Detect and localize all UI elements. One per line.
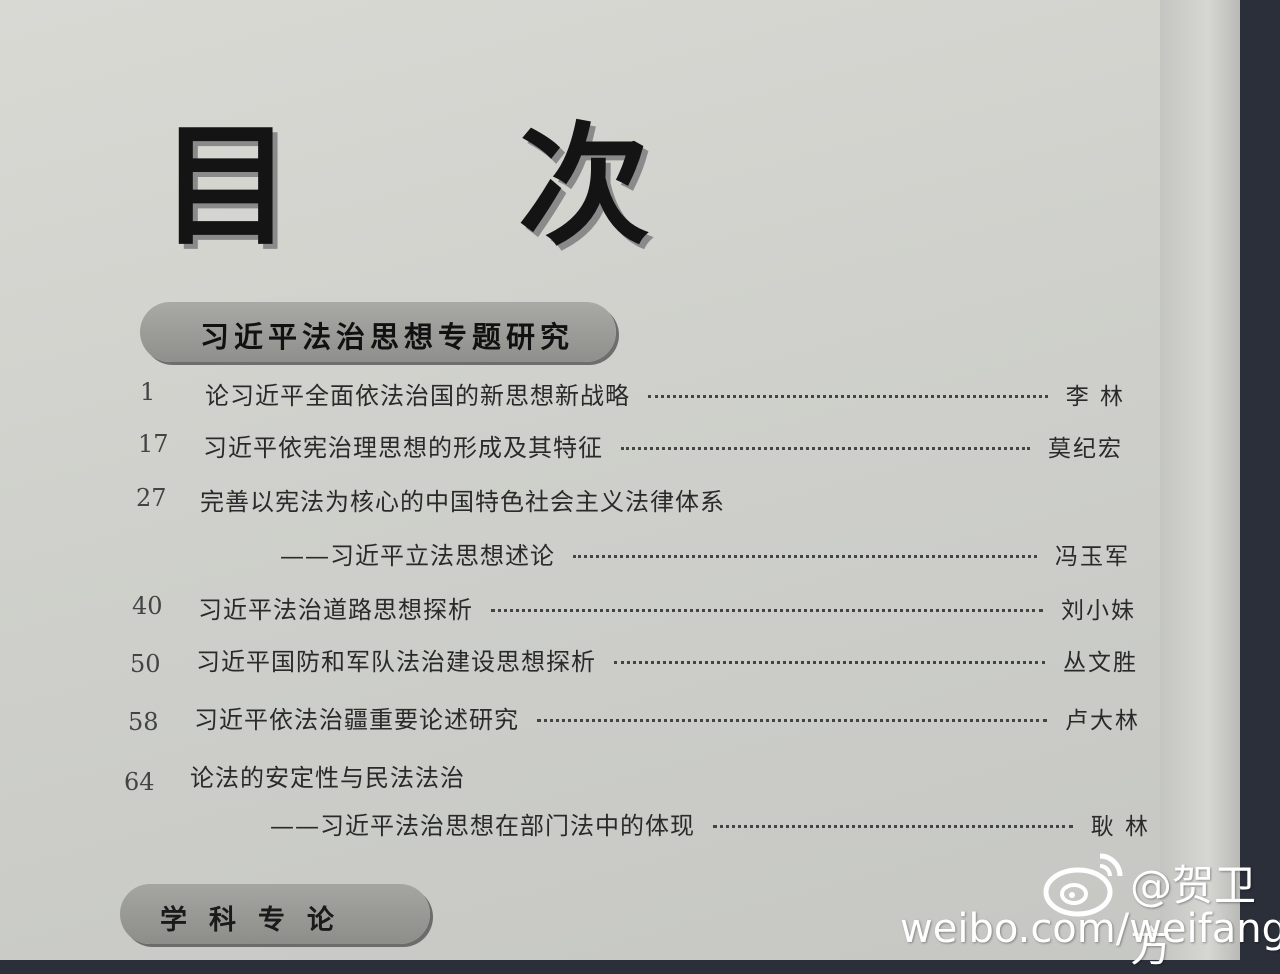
entry-author: 丛文胜 xyxy=(1063,650,1138,676)
entry-title: 论习近平全面依法治国的新思想新战略 xyxy=(205,382,630,410)
entry-title: 完善以宪法为核心的中国特色社会主义法律体系 xyxy=(200,488,725,516)
dot-leader xyxy=(537,719,1047,722)
entry-author: 卢大林 xyxy=(1065,708,1140,734)
toc-entry[interactable]: 习近平法治道路思想探析 刘小妹 xyxy=(198,590,1136,634)
entry-page-number: 1 xyxy=(140,378,156,406)
toc-entry[interactable]: 完善以宪法为核心的中国特色社会主义法律体系 xyxy=(200,482,900,526)
dot-leader xyxy=(573,555,1037,558)
toc-entry-subtitle[interactable]: ——习近平法治思想在部门法中的体现 耿 林 xyxy=(270,806,1150,850)
entry-page-number: 40 xyxy=(132,592,163,620)
entry-subtitle: ——习近平法治思想在部门法中的体现 xyxy=(270,812,695,840)
toc-entry[interactable]: 论习近平全面依法治国的新思想新战略 李 林 xyxy=(205,376,1125,420)
entry-page-number: 17 xyxy=(138,430,169,458)
section-title-bottom: 学科专论 xyxy=(160,905,356,936)
toc-entry[interactable]: 习近平依法治疆重要论述研究 卢大林 xyxy=(194,700,1140,744)
entry-title: 论法的安定性与民法法治 xyxy=(190,764,465,792)
dot-leader xyxy=(648,395,1048,398)
page-edge xyxy=(1160,0,1240,960)
entry-page-number: 50 xyxy=(130,650,161,678)
journal-page: 目 次 习近平法治思想专题研究 1 论习近平全面依法治国的新思想新战略 李 林 … xyxy=(0,0,1240,960)
entry-author: 刘小妹 xyxy=(1061,598,1136,624)
dot-leader xyxy=(621,447,1030,450)
dot-leader xyxy=(713,825,1073,828)
toc-entry-subtitle[interactable]: ——习近平立法思想述论 冯玉军 xyxy=(280,536,1130,580)
entry-subtitle: ——习近平立法思想述论 xyxy=(280,542,555,570)
entry-author: 李 林 xyxy=(1065,384,1125,410)
section-title: 习近平法治思想专题研究 xyxy=(200,320,575,354)
entry-author: 莫纪宏 xyxy=(1048,436,1123,462)
entry-page-number: 58 xyxy=(128,708,159,736)
entry-title: 习近平依法治疆重要论述研究 xyxy=(194,706,519,734)
entry-title: 习近平国防和军队法治建设思想探析 xyxy=(196,648,596,676)
entry-title: 习近平依宪治理思想的形成及其特征 xyxy=(203,434,603,462)
entry-author: 冯玉军 xyxy=(1055,544,1130,570)
toc-entry[interactable]: 习近平依宪治理思想的形成及其特征 莫纪宏 xyxy=(203,428,1123,472)
dot-leader xyxy=(614,661,1045,664)
dot-leader xyxy=(491,609,1043,612)
entry-page-number: 64 xyxy=(124,768,155,796)
entry-author: 耿 林 xyxy=(1090,814,1150,840)
entry-title: 习近平法治道路思想探析 xyxy=(198,596,473,624)
entry-page-number: 27 xyxy=(136,484,167,512)
toc-entry[interactable]: 论法的安定性与民法法治 xyxy=(190,758,790,802)
toc-entry[interactable]: 习近平国防和军队法治建设思想探析 丛文胜 xyxy=(196,642,1138,686)
contents-heading: 目 次 xyxy=(160,110,740,264)
watermark-url: weibo.com/weifanghe xyxy=(900,906,1280,952)
